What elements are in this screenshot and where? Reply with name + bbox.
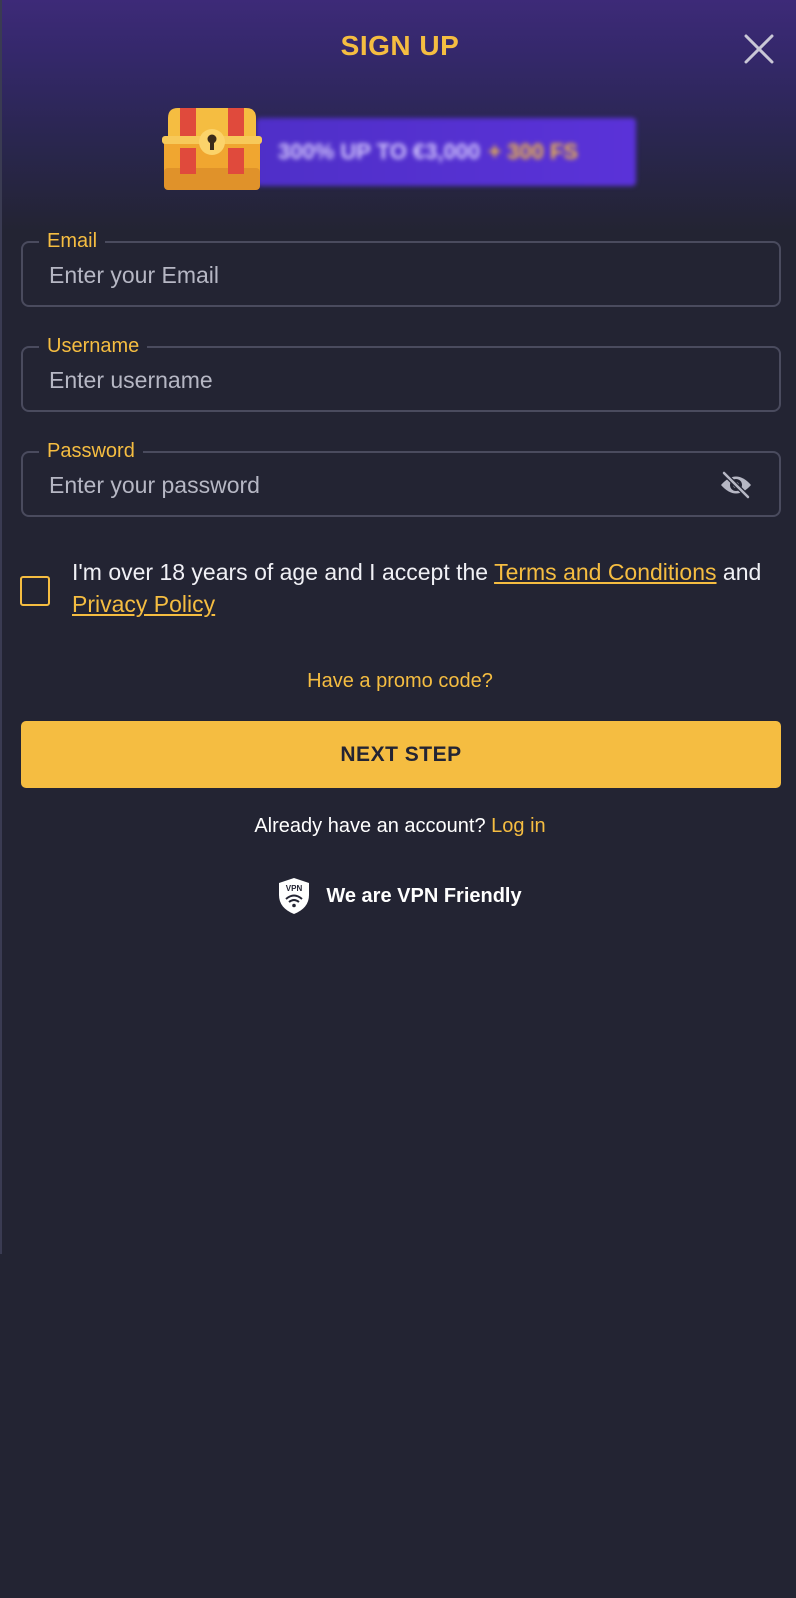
login-prompt: Already have an account? Log in xyxy=(2,815,796,838)
vpn-friendly-text: We are VPN Friendly xyxy=(326,884,522,907)
login-link[interactable]: Log in xyxy=(491,815,546,837)
promo-banner-highlight: + 300 FS xyxy=(488,139,579,164)
terms-prefix: I'm over 18 years of age and I accept th… xyxy=(72,559,495,585)
close-icon xyxy=(744,34,774,64)
email-input[interactable] xyxy=(47,243,701,307)
promo-code-link[interactable]: Have a promo code? xyxy=(2,670,796,693)
privacy-policy-link[interactable]: Privacy Policy xyxy=(72,591,215,617)
login-prompt-text: Already have an account? xyxy=(254,815,486,837)
password-field: Password xyxy=(21,439,781,517)
email-field: Email xyxy=(21,229,781,307)
promo-banner-text: 300% UP TO €3,000 xyxy=(278,139,481,164)
username-field: Username xyxy=(21,334,781,412)
terms-text: I'm over 18 years of age and I accept th… xyxy=(72,556,772,620)
promo-banner-group: 300% UP TO €3,000 + 300 FS xyxy=(160,104,640,194)
next-step-button[interactable]: NEXT STEP xyxy=(21,721,781,788)
close-button[interactable] xyxy=(740,30,778,68)
vpn-shield-label: VPN xyxy=(286,884,303,893)
terms-checkbox[interactable] xyxy=(20,576,50,606)
treasure-chest-icon xyxy=(162,108,262,190)
vpn-friendly-badge: VPN We are VPN Friendly xyxy=(2,877,796,915)
promo-banner: 300% UP TO €3,000 + 300 FS xyxy=(256,118,636,186)
modal-title: SIGN UP xyxy=(340,30,460,61)
vpn-shield-icon: VPN xyxy=(279,878,310,914)
password-input[interactable] xyxy=(47,453,701,517)
username-input[interactable] xyxy=(47,348,701,412)
terms-and-conditions-link[interactable]: Terms and Conditions xyxy=(494,559,716,585)
signup-modal: SIGN UP 300% UP TO €3,000 + 300 FS Email xyxy=(0,0,796,1254)
eye-slash-icon[interactable] xyxy=(719,470,753,500)
terms-middle: and xyxy=(716,559,762,585)
